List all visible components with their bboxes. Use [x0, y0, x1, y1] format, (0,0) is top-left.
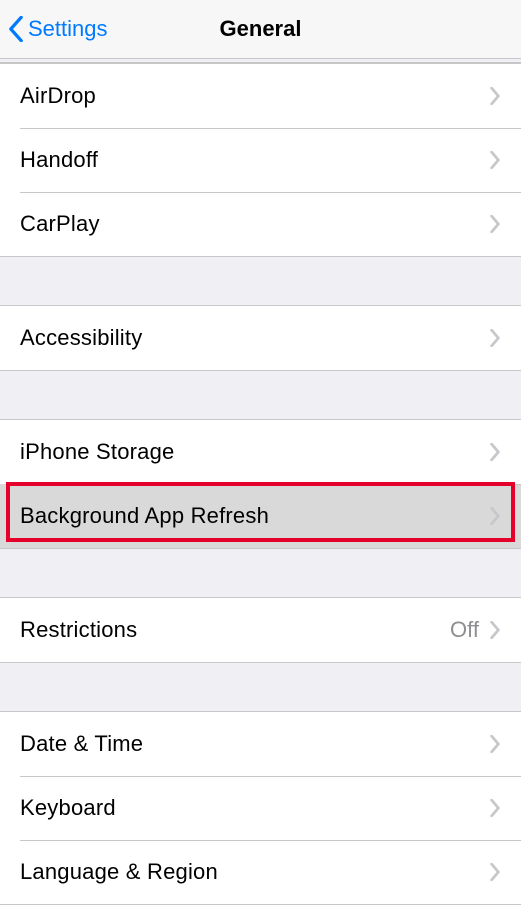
- nav-back-button[interactable]: Settings: [8, 0, 108, 58]
- row-label: CarPlay: [20, 211, 489, 237]
- nav-bar: Settings General: [0, 0, 521, 59]
- list-group: AirDrop Handoff CarPlay: [0, 63, 521, 257]
- row-iphone-storage[interactable]: iPhone Storage: [0, 420, 521, 484]
- chevron-right-icon: [489, 735, 501, 753]
- row-restrictions[interactable]: RestrictionsOff: [0, 598, 521, 662]
- settings-list: AirDrop Handoff CarPlay Accessibility iPhone…: [0, 59, 521, 905]
- section-gap: [0, 371, 521, 419]
- row-label: AirDrop: [20, 83, 489, 109]
- row-label: iPhone Storage: [20, 439, 489, 465]
- chevron-right-icon: [489, 863, 501, 881]
- list-group: Date & Time Keyboard Language & Region: [0, 711, 521, 905]
- row-label: Keyboard: [20, 795, 489, 821]
- chevron-right-icon: [489, 799, 501, 817]
- row-language-region[interactable]: Language & Region: [0, 840, 521, 904]
- row-label: Restrictions: [20, 617, 450, 643]
- chevron-left-icon: [8, 16, 24, 42]
- row-label: Accessibility: [20, 325, 489, 351]
- chevron-right-icon: [489, 621, 501, 639]
- list-group: iPhone Storage Background App Refresh: [0, 419, 521, 549]
- row-date-time[interactable]: Date & Time: [0, 712, 521, 776]
- chevron-right-icon: [489, 151, 501, 169]
- chevron-right-icon: [489, 87, 501, 105]
- row-label: Date & Time: [20, 731, 489, 757]
- row-keyboard[interactable]: Keyboard: [0, 776, 521, 840]
- chevron-right-icon: [489, 329, 501, 347]
- section-gap: [0, 663, 521, 711]
- row-accessibility[interactable]: Accessibility: [0, 306, 521, 370]
- chevron-right-icon: [489, 507, 501, 525]
- section-gap: [0, 549, 521, 597]
- chevron-right-icon: [489, 443, 501, 461]
- row-background-app-refresh[interactable]: Background App Refresh: [0, 484, 521, 548]
- nav-title: General: [220, 16, 302, 42]
- row-handoff[interactable]: Handoff: [0, 128, 521, 192]
- row-label: Handoff: [20, 147, 489, 173]
- list-group: RestrictionsOff: [0, 597, 521, 663]
- list-group: Accessibility: [0, 305, 521, 371]
- row-label: Language & Region: [20, 859, 489, 885]
- nav-back-label: Settings: [28, 16, 108, 42]
- row-carplay[interactable]: CarPlay: [0, 192, 521, 256]
- row-label: Background App Refresh: [20, 503, 489, 529]
- row-airdrop[interactable]: AirDrop: [0, 64, 521, 128]
- section-gap: [0, 257, 521, 305]
- chevron-right-icon: [489, 215, 501, 233]
- row-value: Off: [450, 617, 479, 643]
